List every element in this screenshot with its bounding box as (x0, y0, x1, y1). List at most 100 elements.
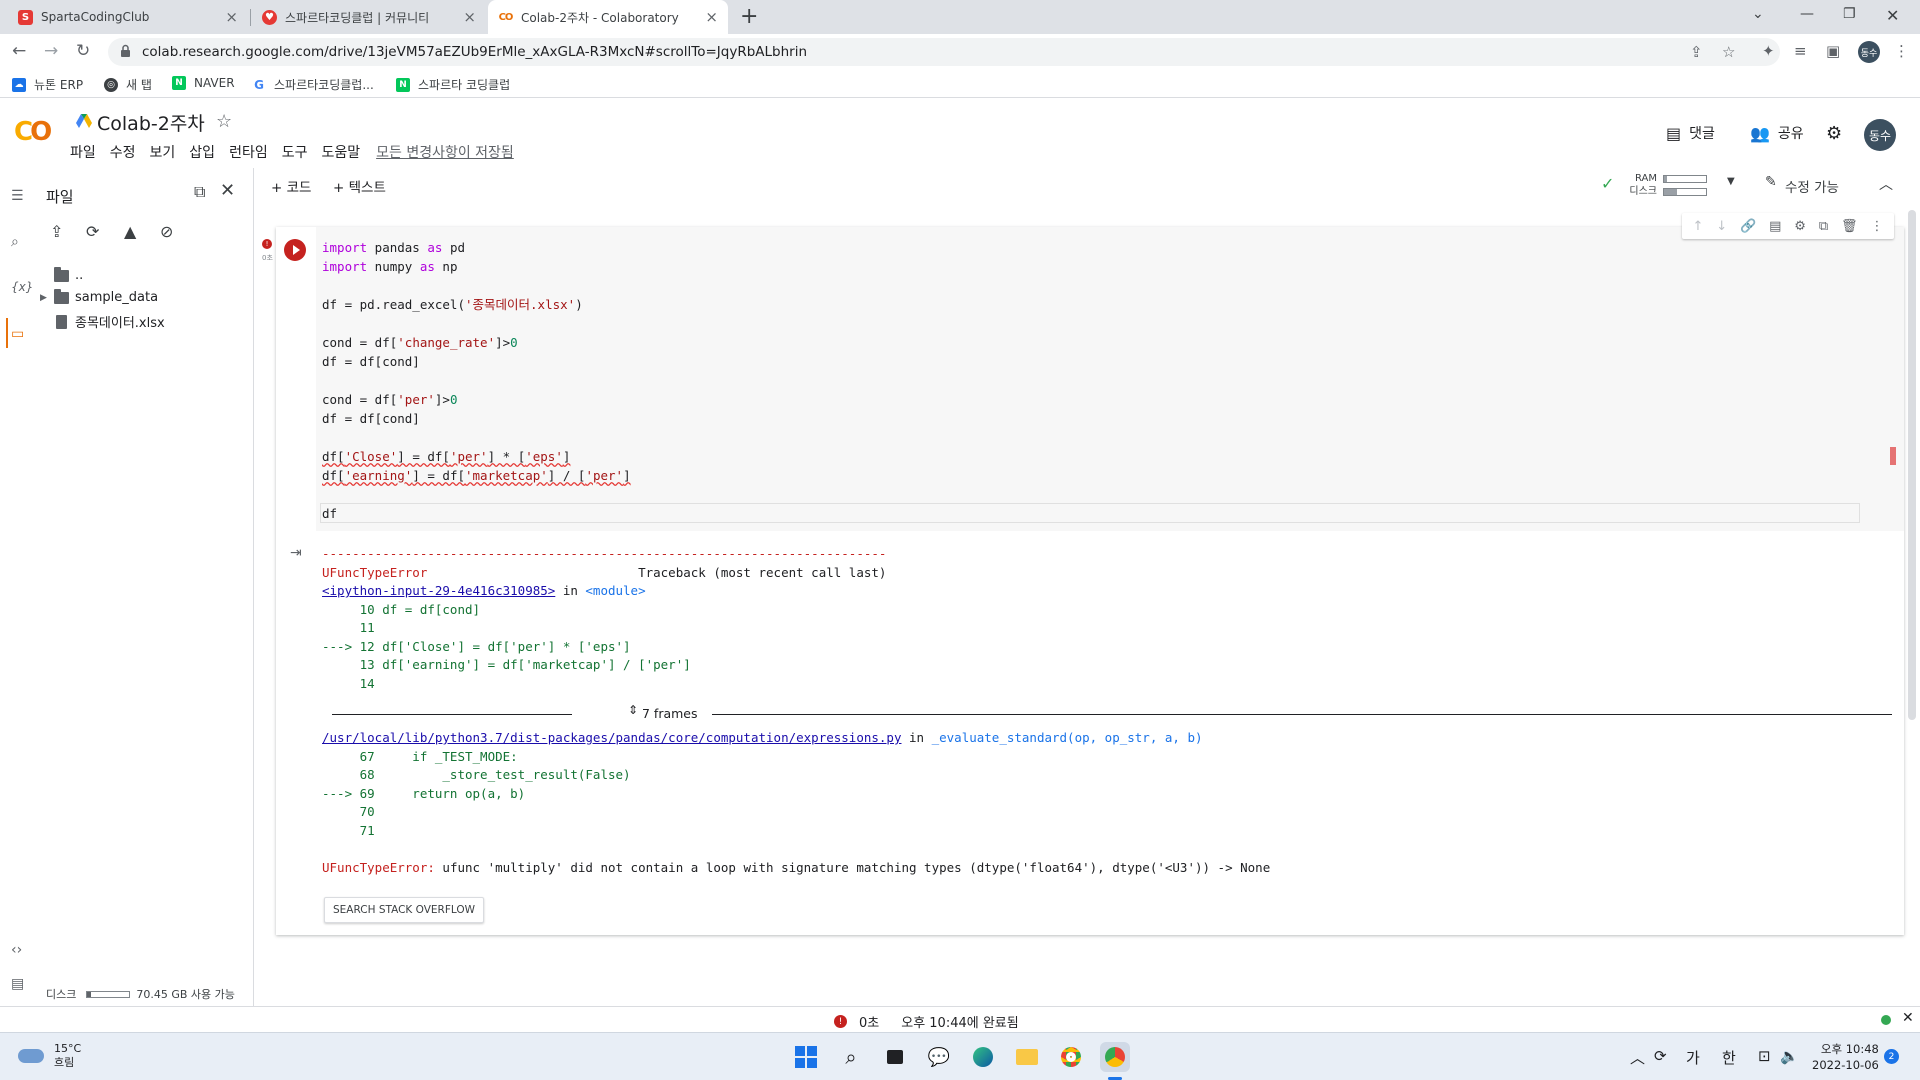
sync-icon[interactable]: ⟳ (1654, 1047, 1667, 1065)
extensions-icon[interactable]: ✦ (1762, 42, 1775, 60)
tree-file-xlsx[interactable]: 종목데이터.xlsx (56, 312, 165, 331)
tree-folder-sample-data[interactable]: ▶ sample_data (40, 288, 158, 305)
more-vert-icon[interactable]: ⋮ (1894, 42, 1909, 60)
media-queue-icon[interactable]: ≡ (1794, 42, 1807, 60)
google-drive-icon[interactable] (76, 114, 92, 128)
search-stack-overflow-button[interactable]: SEARCH STACK OVERFLOW (324, 897, 484, 923)
code-snippets-icon[interactable]: ‹› (11, 942, 22, 958)
chrome-icon[interactable] (1056, 1042, 1086, 1072)
weather-widget[interactable]: 15°C 흐림 (18, 1042, 81, 1070)
notebook-title[interactable]: Colab-2주차 (97, 109, 205, 136)
toc-icon[interactable]: ☰ (11, 188, 24, 204)
side-panel-icon[interactable]: ▣ (1826, 42, 1840, 60)
add-text-button[interactable]: + 텍스트 (333, 176, 386, 196)
frames-label[interactable]: 7 frames (642, 706, 698, 721)
minimize-icon[interactable]: — (1800, 6, 1814, 22)
variables-icon[interactable]: {x} (11, 280, 33, 294)
saved-status-link[interactable]: 모든 변경사항이 저장됨 (376, 142, 514, 162)
system-clock[interactable]: 오후 10:48 2022-10-06 (1812, 1041, 1879, 1073)
tree-parent-dir[interactable]: .. (54, 266, 83, 283)
upload-file-icon[interactable]: ⇪ (50, 222, 63, 241)
language-indicator[interactable]: 한 (1722, 1047, 1736, 1068)
star-icon[interactable]: ☆ (216, 111, 232, 132)
execution-status[interactable]: ! 0초 오후 10:44에 완료됨 (834, 1012, 1019, 1031)
mirror-cell-icon[interactable]: ⧉ (1819, 219, 1828, 234)
expand-arrow-icon[interactable]: ▶ (40, 293, 54, 303)
menu-help[interactable]: 도움말 (321, 142, 360, 162)
comment-icon[interactable]: ▤ (1769, 219, 1781, 234)
gear-icon[interactable]: ⚙ (1794, 219, 1806, 234)
move-down-icon[interactable]: ↓ (1716, 219, 1727, 234)
restore-icon[interactable]: ❐ (1843, 6, 1856, 22)
close-icon[interactable]: ✕ (220, 180, 235, 201)
bookmark-sparta-naver[interactable]: N 스파르타 코딩클럽 (396, 76, 510, 93)
link-icon[interactable]: 🔗 (1740, 219, 1756, 234)
back-arrow-icon[interactable]: ← (12, 41, 26, 61)
settings-button[interactable]: ⚙ (1826, 123, 1842, 144)
close-icon[interactable]: ✕ (1902, 1010, 1914, 1026)
search-icon[interactable]: ⌕ (836, 1042, 866, 1072)
collapsed-frames[interactable]: ⇕ 7 frames (332, 703, 1892, 721)
edit-mode-button[interactable]: 수정 가능 (1785, 176, 1839, 196)
browser-tab-community[interactable]: ♥ 스파르타코딩클럽 | 커뮤니티 × (252, 0, 486, 34)
chrome-profile-icon[interactable] (1100, 1042, 1130, 1072)
bookmark-star-icon[interactable]: ☆ (1722, 43, 1735, 61)
network-icon[interactable]: ⊡ (1758, 1047, 1771, 1065)
profile-avatar[interactable]: 동수 (1858, 41, 1880, 63)
more-vert-icon[interactable]: ⋮ (1870, 219, 1883, 234)
unfold-icon[interactable]: ⇕ (628, 703, 638, 717)
ipython-input-link[interactable]: <ipython-input-29-4e416c310985> (322, 583, 555, 598)
code-text[interactable]: import pandas as pd import numpy as np df… (322, 238, 631, 523)
bookmark-new-tab[interactable]: ◎ 새 탭 (104, 76, 152, 93)
window-close-icon[interactable]: ✕ (1886, 6, 1899, 25)
chevron-up-icon[interactable]: ︿ (1630, 1047, 1645, 1068)
menu-edit[interactable]: 수정 (110, 142, 136, 162)
menu-insert[interactable]: 삽입 (189, 142, 215, 162)
task-view-icon[interactable] (880, 1042, 910, 1072)
add-code-button[interactable]: + 코드 (271, 176, 311, 196)
dropdown-arrow-icon[interactable]: ▼ (1727, 176, 1735, 187)
ime-mode[interactable]: 가 (1686, 1047, 1700, 1068)
browser-tab-sparta[interactable]: S SpartaCodingClub × (8, 0, 248, 34)
address-bar[interactable]: colab.research.google.com/drive/13jeVM57… (108, 38, 1780, 66)
new-tab-button[interactable]: + (740, 4, 758, 29)
file-explorer-icon[interactable] (1012, 1042, 1042, 1072)
volume-icon[interactable]: 🔈 (1780, 1047, 1799, 1065)
terminal-icon[interactable]: ▤ (11, 976, 24, 992)
start-button[interactable] (791, 1042, 821, 1072)
menu-view[interactable]: 보기 (150, 142, 176, 162)
output-actions-icon[interactable]: ⇥ (290, 545, 302, 561)
move-up-icon[interactable]: ↑ (1692, 219, 1703, 234)
forward-arrow-icon[interactable]: → (44, 41, 58, 61)
menu-file[interactable]: 파일 (70, 142, 96, 162)
menu-tools[interactable]: 도구 (282, 142, 308, 162)
comment-button[interactable]: ▤ 댓글 (1666, 123, 1715, 143)
source-path-link[interactable]: /usr/local/lib/python3.7/dist-packages/p… (322, 730, 901, 745)
notebook-scrollbar[interactable] (1908, 210, 1916, 720)
folder-icon[interactable]: ▭ (11, 326, 24, 342)
refresh-folder-icon[interactable]: ⟳ (86, 222, 99, 241)
hide-files-icon[interactable]: ⊘ (160, 222, 173, 241)
share-page-icon[interactable]: ⇪ (1690, 43, 1703, 61)
open-new-window-icon[interactable]: ⧉ (194, 182, 205, 202)
user-avatar[interactable]: 동수 (1864, 119, 1896, 151)
delete-icon[interactable]: 🗑 (1841, 219, 1858, 234)
code-cell[interactable]: ! 0초 import pandas as pd import numpy as … (262, 213, 1904, 935)
bookmark-sparta-google[interactable]: G 스파르타코딩클럽... (252, 76, 374, 93)
edge-icon[interactable] (968, 1042, 998, 1072)
browser-tab-colab[interactable]: CO Colab-2주차 - Colaboratory × (488, 0, 728, 34)
menu-runtime[interactable]: 런타임 (229, 142, 268, 162)
notification-badge[interactable]: 2 (1884, 1049, 1899, 1064)
search-icon[interactable]: ⌕ (11, 234, 19, 250)
close-icon[interactable]: × (225, 8, 238, 26)
bookmark-erp[interactable]: ☁ 뉴톤 ERP (12, 76, 83, 93)
reload-icon[interactable]: ↻ (76, 41, 90, 61)
close-icon[interactable]: × (705, 8, 718, 26)
resource-monitor[interactable]: RAM 디스크 (1625, 172, 1707, 198)
collapse-header-icon[interactable]: ︿ (1879, 174, 1893, 194)
run-cell-button[interactable] (284, 239, 306, 261)
colab-logo[interactable]: CO (14, 117, 52, 147)
close-icon[interactable]: × (463, 8, 476, 26)
bookmark-naver[interactable]: N NAVER (172, 76, 235, 90)
mount-drive-icon[interactable]: ▲ (124, 222, 136, 241)
